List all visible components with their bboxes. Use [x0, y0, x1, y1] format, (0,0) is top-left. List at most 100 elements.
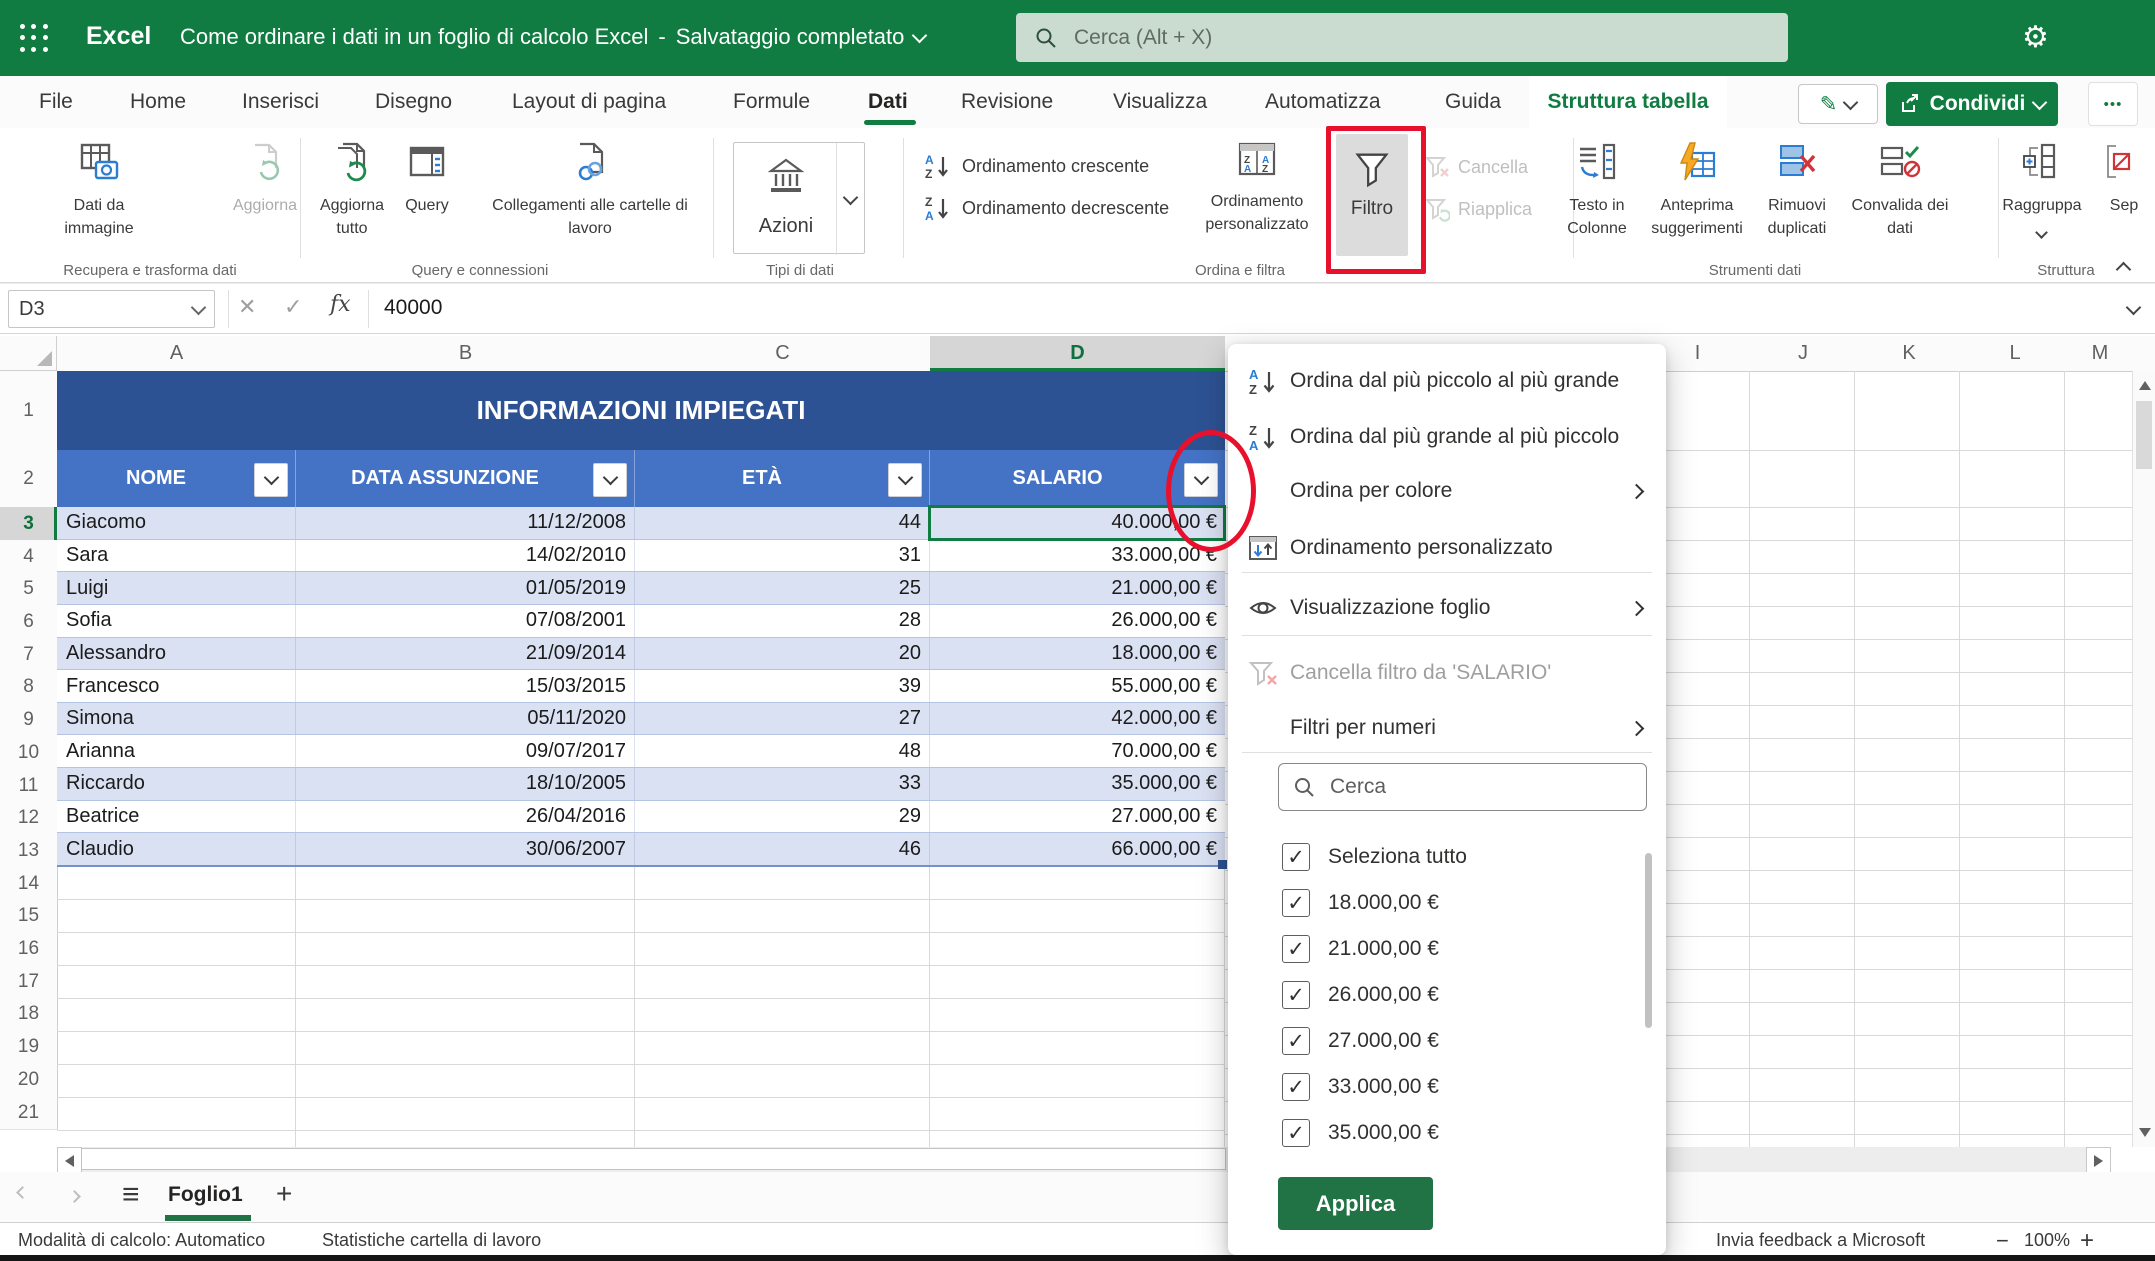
- calc-mode-status[interactable]: Modalità di calcolo: Automatico: [18, 1230, 265, 1251]
- menu-item-sort-ascending[interactable]: A Z Ordina dal più piccolo al più grande: [1228, 358, 1666, 404]
- column-header-M[interactable]: M: [2068, 336, 2133, 372]
- cancel-entry-icon[interactable]: ✕: [238, 294, 256, 320]
- tab-layout-di-pagina[interactable]: Layout di pagina: [512, 76, 666, 128]
- search-bar[interactable]: [1016, 13, 1788, 62]
- scroll-left-button[interactable]: [57, 1147, 82, 1174]
- column-header-B[interactable]: B: [296, 336, 636, 372]
- menu-item-custom-sort[interactable]: Ordinamento personalizzato: [1228, 525, 1666, 571]
- gear-icon[interactable]: ⚙: [2022, 20, 2049, 55]
- vertical-scrollbar-thumb[interactable]: [2136, 401, 2152, 469]
- row-header-12[interactable]: 12: [0, 802, 58, 835]
- list-scrollbar-thumb[interactable]: [1645, 853, 1652, 1028]
- filter-check-item[interactable]: ✓ 26.000,00 €: [1228, 972, 1648, 1018]
- zoom-level[interactable]: 100%: [2024, 1230, 2070, 1251]
- tab-revisione[interactable]: Revisione: [961, 76, 1053, 128]
- row-header-17[interactable]: 17: [0, 965, 58, 999]
- search-input[interactable]: [1072, 24, 1739, 51]
- checkbox-checked-icon[interactable]: ✓: [1282, 1073, 1310, 1101]
- filter-dropdown-eta[interactable]: [888, 462, 922, 497]
- row-header-19[interactable]: 19: [0, 1030, 58, 1064]
- checkbox-checked-icon[interactable]: ✓: [1282, 935, 1310, 963]
- app-name[interactable]: Excel: [86, 22, 151, 51]
- applica-button[interactable]: Applica: [1278, 1177, 1433, 1230]
- tab-automatizza[interactable]: Automatizza: [1265, 76, 1381, 128]
- select-all-corner[interactable]: [0, 336, 57, 371]
- cancella-filtro-button[interactable]: Cancella: [1424, 154, 1528, 180]
- table-row[interactable]: Sara 14/02/2010 31 33.000,00 €: [57, 539, 1225, 573]
- chevron-down-icon[interactable]: [912, 27, 928, 43]
- table-row[interactable]: Simona 05/11/2020 27 42.000,00 €: [57, 702, 1225, 736]
- horizontal-scrollbar-thumb[interactable]: [81, 1148, 1226, 1170]
- tab-struttura-tabella[interactable]: Struttura tabella: [1529, 76, 1727, 128]
- row-header-4[interactable]: 4: [0, 540, 58, 574]
- workbook-stats-status[interactable]: Statistiche cartella di lavoro: [322, 1230, 541, 1251]
- tab-file[interactable]: File: [39, 76, 73, 128]
- table-row[interactable]: Francesco 15/03/2015 39 55.000,00 €: [57, 670, 1225, 703]
- column-header-L[interactable]: L: [1962, 336, 2069, 372]
- scroll-right-button[interactable]: [2086, 1147, 2111, 1174]
- filter-check-item[interactable]: ✓ 33.000,00 €: [1228, 1064, 1648, 1110]
- row-header-15[interactable]: 15: [0, 900, 58, 933]
- confirm-entry-icon[interactable]: ✓: [284, 294, 302, 320]
- scroll-down-icon[interactable]: [2139, 1128, 2151, 1137]
- table-row[interactable]: Alessandro 21/09/2014 20 18.000,00 €: [57, 637, 1225, 671]
- row-header-13[interactable]: 13: [0, 834, 58, 868]
- table-title-cell[interactable]: INFORMAZIONI IMPIEGATI: [57, 371, 1225, 450]
- tab-guida[interactable]: Guida: [1445, 76, 1501, 128]
- menu-item-sort-descending[interactable]: Z A Ordina dal più grande al più piccolo: [1228, 414, 1666, 460]
- row-header-7[interactable]: 7: [0, 638, 58, 672]
- sheet-tab-foglio1[interactable]: Foglio1: [168, 1183, 243, 1207]
- menu-item-number-filters[interactable]: Filtri per numeri: [1228, 705, 1666, 751]
- condividi-button[interactable]: Condividi: [1886, 82, 2058, 126]
- next-sheet-icon[interactable]: [68, 1190, 81, 1203]
- column-header-A[interactable]: A: [57, 336, 297, 372]
- previous-sheet-icon[interactable]: [16, 1186, 29, 1199]
- row-header-6[interactable]: 6: [0, 605, 58, 639]
- tab-visualizza[interactable]: Visualizza: [1113, 76, 1207, 128]
- column-header-C[interactable]: C: [635, 336, 931, 372]
- filter-check-item[interactable]: ✓ 35.000,00 €: [1228, 1110, 1648, 1156]
- table-row[interactable]: Riccardo 18/10/2005 33 35.000,00 €: [57, 768, 1225, 801]
- filter-check-item[interactable]: ✓ 18.000,00 €: [1228, 880, 1648, 926]
- table-row[interactable]: Arianna 09/07/2017 48 70.000,00 €: [57, 735, 1225, 769]
- save-status[interactable]: Salvataggio completato: [676, 24, 905, 50]
- collapse-ribbon-button[interactable]: [2115, 260, 2132, 280]
- table-row[interactable]: Beatrice 26/04/2016 29 27.000,00 €: [57, 800, 1225, 834]
- filter-search-input[interactable]: [1328, 774, 1612, 800]
- header-cell-eta[interactable]: ETÀ: [635, 450, 930, 507]
- checkbox-checked-icon[interactable]: ✓: [1282, 889, 1310, 917]
- row-header-21[interactable]: 21: [0, 1096, 58, 1130]
- tab-disegno[interactable]: Disegno: [375, 76, 452, 128]
- row-header-10[interactable]: 10: [0, 736, 58, 770]
- header-cell-nome[interactable]: NOME: [57, 450, 296, 507]
- menu-item-sort-by-color[interactable]: Ordina per colore: [1228, 468, 1666, 514]
- table-resize-handle[interactable]: [1218, 860, 1227, 869]
- checkbox-checked-icon[interactable]: ✓: [1282, 843, 1310, 871]
- filter-check-item[interactable]: ✓ 27.000,00 €: [1228, 1018, 1648, 1064]
- filter-dropdown-data[interactable]: [593, 462, 627, 497]
- more-options-button[interactable]: •••: [2088, 82, 2138, 126]
- tab-home[interactable]: Home: [130, 76, 186, 128]
- row-header-5[interactable]: 5: [0, 573, 58, 606]
- formula-input[interactable]: 40000: [384, 296, 442, 320]
- checkbox-checked-icon[interactable]: ✓: [1282, 981, 1310, 1009]
- fx-icon[interactable]: fx: [330, 292, 351, 317]
- column-header-K[interactable]: K: [1856, 336, 1963, 372]
- row-header-3-selected[interactable]: 3: [0, 507, 58, 541]
- expand-formula-bar-button[interactable]: [2125, 299, 2142, 318]
- name-box[interactable]: D3: [8, 290, 215, 328]
- azioni-dropdown-arrow[interactable]: [836, 143, 864, 255]
- filter-check-select-all[interactable]: ✓ Seleziona tutto: [1228, 834, 1648, 880]
- tab-formule[interactable]: Formule: [733, 76, 810, 128]
- row-header-2[interactable]: 2: [0, 450, 58, 508]
- zoom-in-icon[interactable]: +: [2080, 1227, 2094, 1255]
- row-header-8[interactable]: 8: [0, 671, 58, 704]
- document-title[interactable]: Come ordinare i dati in un foglio di cal…: [180, 24, 648, 50]
- table-row[interactable]: Sofia 07/08/2001 28 26.000,00 €: [57, 604, 1225, 638]
- sheet-list-icon[interactable]: ≡: [122, 1178, 140, 1212]
- menu-item-sheet-view[interactable]: Visualizzazione foglio: [1228, 585, 1666, 631]
- row-header-1[interactable]: 1: [0, 371, 58, 451]
- edit-mode-button[interactable]: ✎: [1798, 84, 1878, 124]
- feedback-link[interactable]: Invia feedback a Microsoft: [1716, 1230, 1925, 1251]
- row-header-16[interactable]: 16: [0, 932, 58, 966]
